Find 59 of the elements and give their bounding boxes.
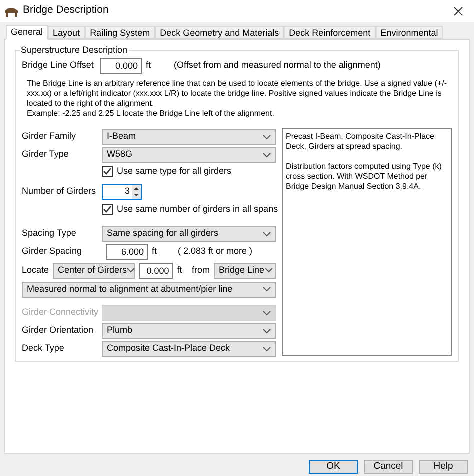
caret-icon [263,232,271,236]
checkbox-label: Use same number of girders in all spans [117,202,278,216]
dialog-button[interactable]: OK [309,460,358,474]
field-label: Locate [22,264,50,277]
close-icon[interactable] [454,6,463,16]
dropdown[interactable]: Measured normal to alignment at abutment/pier line [22,282,276,298]
unit-label: ft [152,245,158,258]
caret-icon [263,310,271,316]
group-title: Superstructure Description [20,44,129,58]
caret-icon [263,346,271,352]
caret-icon [127,268,136,273]
tab[interactable]: Railing System [85,26,156,39]
tab[interactable]: Deck Geometry and Materials [155,26,284,39]
dropdown[interactable]: W58G [102,147,276,163]
input-field[interactable]: 6.000 [106,244,148,260]
dropdown[interactable]: Same spacing for all girders [102,226,276,242]
input-field[interactable]: 0.000 [100,58,142,74]
tab[interactable]: Environmental [376,26,444,39]
window-title: Bridge Description [23,3,110,18]
field-label: from [192,264,210,277]
dropdown[interactable]: Center of Girders [53,262,136,278]
explanation-text: Example: -2.25 and 2.25 L locate the Bridge Line left of the alignment. [27,109,276,119]
unit-label: ft [146,59,152,72]
tab[interactable]: Deck Reinforcement [284,26,376,39]
offset-note: (Offset from and measured normal to the alignment) [174,59,381,72]
spacing-note: ( 2.083 ft or more ) [178,245,253,258]
tab[interactable]: General [6,25,48,40]
field-label: Girder Orientation [22,324,95,338]
tab[interactable]: Layout [48,26,86,39]
explanation-text: The Bridge Line is an arbitrary reference line that can be used to locate elements of the bridge. Use a signed value (+/-xxx.xx) or a left/right indicator (xxx.xxx L/R) to locate the bridge line. Positive signed values indicate the Bridge Line is located to the right of the alignment. [27,79,448,109]
field-label: Girder Family [22,130,78,144]
field-label: Girder Connectivity [22,306,100,320]
unit-label: ft [177,264,184,277]
dialog-button[interactable]: Cancel [364,460,413,474]
dropdown[interactable]: Composite Cast-In-Place Deck [102,341,276,357]
dropdown[interactable]: Plumb [102,323,276,339]
description-text: Distribution factors computed using Type (k) cross section. With WSDOT Method per Bridge Design Manual Section 3.9.4A. [286,162,443,192]
field-label: Girder Spacing [22,245,84,258]
dropdown[interactable]: I-Beam [102,129,276,145]
spinner-arrows-icon[interactable] [132,184,141,198]
bridge-icon [5,5,18,17]
caret-icon [263,134,271,140]
dropdown[interactable]: Bridge Line [214,262,276,278]
caret-icon [263,328,271,334]
dialog-button[interactable]: Help [419,460,468,474]
caret-icon [264,268,273,273]
field-label: Number of Girders [22,184,98,198]
checkbox-label: Use same type for all girders [117,164,232,178]
field-label: Deck Type [22,342,66,356]
field-label: Bridge Line Offset [22,59,95,72]
checkbox[interactable] [102,166,113,177]
caret-icon [263,152,271,158]
checkbox[interactable] [102,204,113,215]
field-label: Spacing Type [22,227,78,240]
description-text: Precast I-Beam, Composite Cast-In-Place Deck, Girders at spread spacing. [286,132,436,152]
caret-icon [263,287,271,292]
input-field[interactable]: 0.000 [139,262,174,278]
field-label: Girder Type [22,148,70,162]
number-spinner[interactable]: 3 [102,184,142,200]
